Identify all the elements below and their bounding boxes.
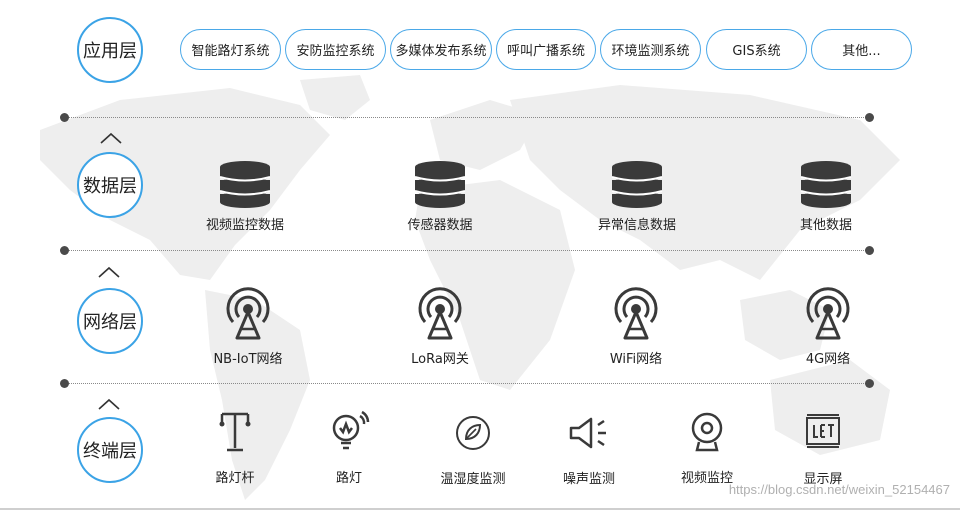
divider-dot [865,379,874,388]
network-item-label: 4G网络 [805,352,851,367]
data-item: 其他数据 [776,160,876,233]
layer-terminal: 终端层 [77,417,143,483]
terminal-item-label: 温湿度监测 [440,472,506,487]
leaf-icon [456,416,490,450]
system-label: GIS系统 [732,44,781,59]
terminal-item-label: 路灯 [335,471,362,486]
divider-dot [60,246,69,255]
database-icon [611,161,663,208]
antenna-icon [226,287,270,340]
terminal-item: 视频监控 [667,410,747,486]
layer-divider [64,383,870,384]
chevron-up-icon [100,132,122,144]
network-item: LoRa网关 [388,286,492,367]
divider-dot [865,113,874,122]
terminal-item: 显示屏 [783,412,863,487]
system-label: 安防监控系统 [296,44,375,59]
network-item: WiFi网络 [584,286,688,367]
layer-divider [64,250,870,251]
layer-data-label: 数据层 [83,176,137,197]
terminal-item-label: 路灯杆 [215,471,255,486]
system-pill[interactable]: GIS系统 [706,29,807,70]
data-item-label: 异常信息数据 [597,218,676,233]
data-item-label: 传感器数据 [407,218,473,233]
light-pole-icon [219,412,251,452]
terminal-item: 噪声监测 [549,412,629,487]
terminal-item: 路灯杆 [195,410,275,486]
database-icon [219,161,271,208]
system-pill[interactable]: 环境监测系统 [600,29,701,70]
layer-network: 网络层 [77,288,143,354]
network-item-label: WiFi网络 [609,352,663,367]
network-item-label: NB-IoT网络 [213,352,283,367]
network-item-label: LoRa网关 [411,352,469,367]
watermark-url: https://blog.csdn.net/weixin_52154467 [728,482,950,497]
system-pill[interactable]: 呼叫广播系统 [496,29,596,70]
layer-data: 数据层 [77,152,143,218]
layer-network-label: 网络层 [83,312,137,333]
data-item-label: 其他数据 [799,218,852,233]
antenna-icon [806,287,850,340]
bulb-icon [332,410,370,450]
system-label: 呼叫广播系统 [506,44,585,59]
antenna-icon [418,287,462,340]
display-screen-icon [806,414,840,448]
system-pill[interactable]: 其他... [811,29,912,70]
layer-application: 应用层 [77,17,143,83]
chevron-up-icon [98,398,120,410]
layer-divider [64,117,870,118]
divider-dot [865,246,874,255]
network-item: 4G网络 [776,286,880,367]
system-label: 其他... [842,44,881,59]
terminal-item-label: 视频监控 [680,471,733,486]
system-pill[interactable]: 多媒体发布系统 [390,29,492,70]
speaker-icon [569,417,606,449]
system-label: 智能路灯系统 [191,44,270,59]
database-icon [800,161,852,208]
layer-application-label: 应用层 [83,41,137,62]
system-label: 环境监测系统 [611,44,690,59]
system-pill[interactable]: 智能路灯系统 [180,29,281,70]
database-icon [414,161,466,208]
terminal-item-label: 噪声监测 [562,472,615,487]
camera-icon [691,412,723,452]
network-item: NB-IoT网络 [196,286,300,367]
divider-dot [60,113,69,122]
data-item-label: 视频监控数据 [205,218,284,233]
data-item: 传感器数据 [390,160,490,233]
layer-terminal-label: 终端层 [83,441,137,462]
data-item: 异常信息数据 [587,160,687,233]
divider-dot [60,379,69,388]
terminal-item: 温湿度监测 [428,412,518,487]
chevron-up-icon [98,266,120,278]
data-item: 视频监控数据 [195,160,295,233]
terminal-item: 路灯 [309,410,389,486]
system-pill[interactable]: 安防监控系统 [285,29,386,70]
system-label: 多媒体发布系统 [395,44,487,59]
antenna-icon [614,287,658,340]
